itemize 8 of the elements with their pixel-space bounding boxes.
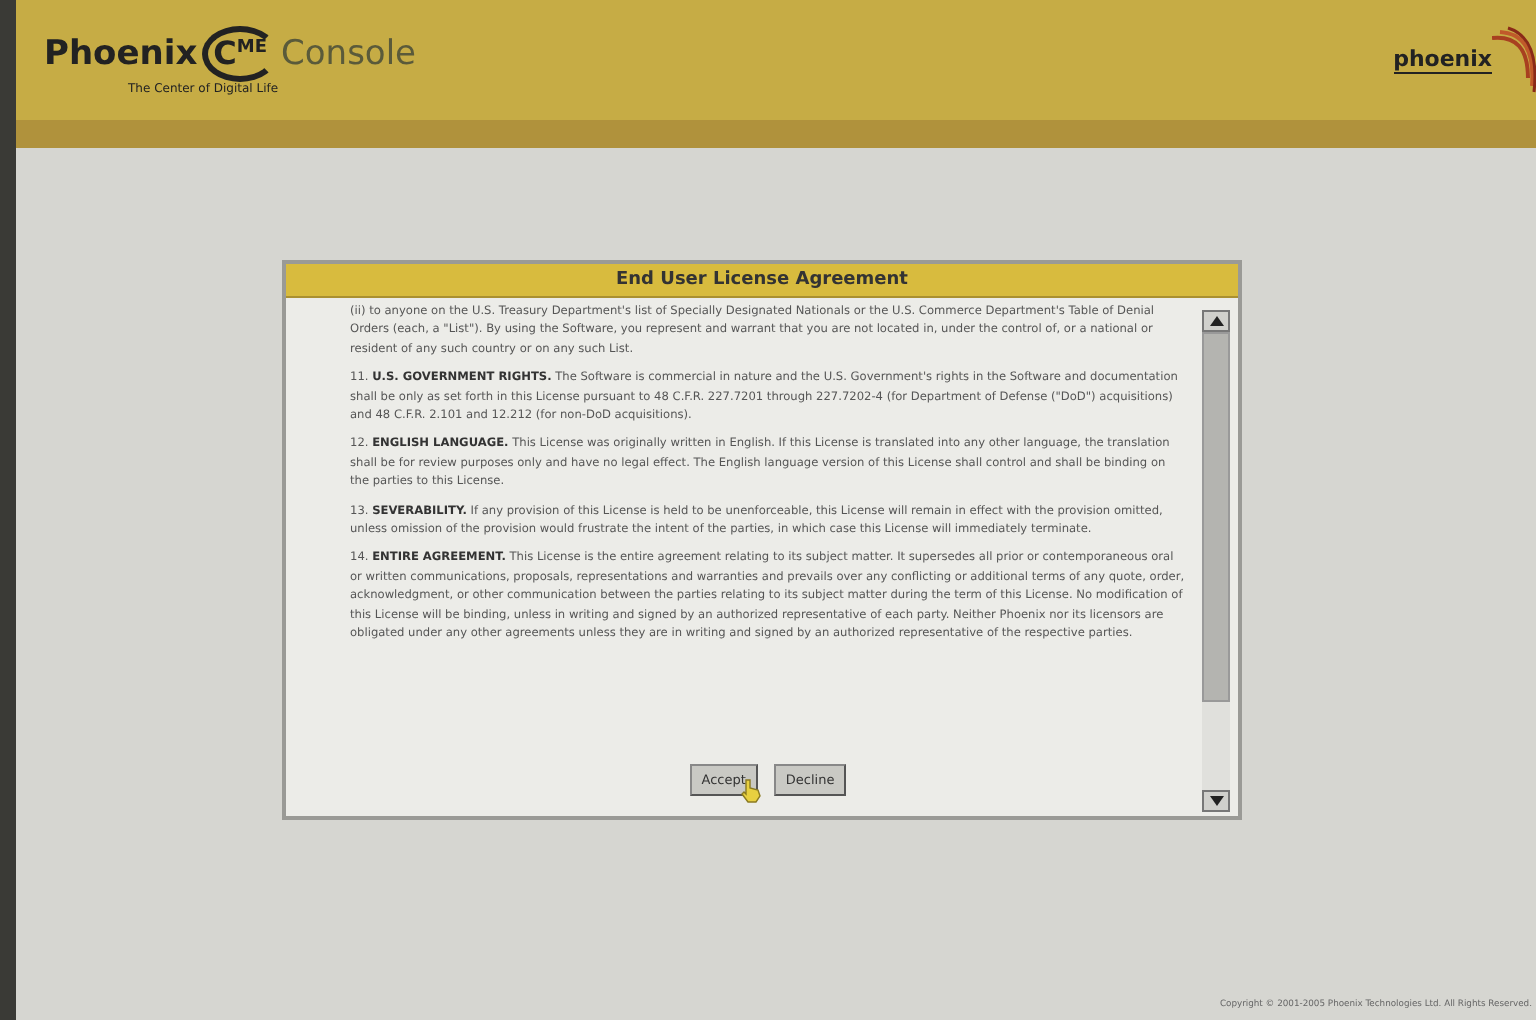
dialog-title: End User License Agreement <box>286 264 1238 298</box>
scrollbar[interactable] <box>1202 310 1230 812</box>
brand-name: Phoenix <box>44 33 198 73</box>
scroll-up-icon[interactable] <box>1209 316 1223 326</box>
swoosh-icon <box>1492 26 1536 94</box>
scroll-down-icon[interactable] <box>1209 796 1223 806</box>
product-name: Console <box>281 33 417 73</box>
company-logo-text: phoenix <box>1393 46 1492 74</box>
